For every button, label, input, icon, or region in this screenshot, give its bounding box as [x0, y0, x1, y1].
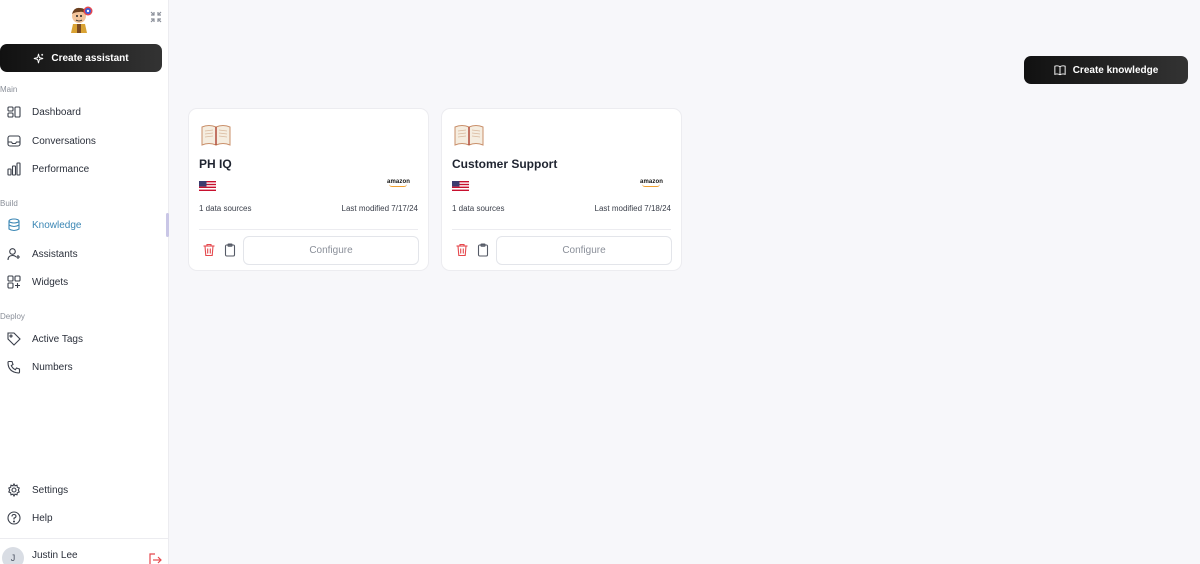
clipboard-icon[interactable]: [476, 243, 490, 257]
sparkle-icon: [34, 53, 44, 63]
sidebar-item-help[interactable]: Help: [0, 506, 164, 530]
sidebar-item-label: Dashboard: [32, 106, 81, 118]
sidebar-item-label: Settings: [32, 484, 69, 496]
knowledge-card[interactable]: PH IQ amazon 1 data sources Last modifie…: [188, 108, 429, 271]
mascot-logo-icon: [71, 6, 93, 33]
avatar: J: [2, 547, 24, 564]
active-indicator: [166, 213, 169, 237]
sidebar: Create assistant Main Dashboard Conversa…: [0, 0, 169, 564]
card-title: Customer Support: [452, 157, 558, 171]
sidebar-item-assistants[interactable]: Assistants: [0, 242, 164, 266]
dashboard-icon: [6, 104, 22, 120]
knowledge-card[interactable]: Customer Support amazon 1 data sources L…: [441, 108, 682, 271]
sidebar-item-label: Conversations: [32, 135, 96, 147]
create-assistant-label: Create assistant: [51, 52, 129, 64]
card-divider: [452, 229, 671, 230]
tag-icon: [6, 331, 22, 347]
help-icon: [6, 510, 22, 526]
create-assistant-button[interactable]: Create assistant: [0, 44, 162, 72]
sidebar-item-label: Help: [32, 512, 53, 524]
gear-icon: [6, 482, 22, 498]
last-modified: Last modified 7/18/24: [594, 204, 672, 213]
create-knowledge-label: Create knowledge: [1072, 64, 1159, 76]
section-label-main: Main: [0, 85, 18, 94]
inbox-icon: [6, 133, 22, 149]
sidebar-item-conversations[interactable]: Conversations: [0, 129, 164, 153]
sidebar-item-label: Widgets: [32, 276, 69, 288]
trash-icon[interactable]: [455, 243, 469, 257]
logout-icon[interactable]: [148, 553, 162, 564]
sidebar-item-label: Active Tags: [32, 333, 83, 345]
widgets-icon: [6, 274, 22, 290]
sidebar-item-widgets[interactable]: Widgets: [0, 270, 164, 294]
sidebar-item-dashboard[interactable]: Dashboard: [0, 100, 164, 124]
user-plus-icon: [6, 246, 22, 262]
database-icon: [6, 217, 22, 233]
phone-icon: [6, 359, 22, 375]
user-profile[interactable]: J Justin Lee: [0, 538, 169, 564]
sidebar-item-label: Assistants: [32, 248, 78, 260]
sidebar-item-knowledge[interactable]: Knowledge: [0, 213, 164, 237]
us-flag-icon: [452, 181, 469, 191]
bar-chart-icon: [6, 161, 22, 177]
amazon-logo-icon: amazon: [640, 179, 663, 187]
us-flag-icon: [199, 181, 216, 191]
card-divider: [199, 229, 418, 230]
trash-icon[interactable]: [202, 243, 216, 257]
collapse-sidebar-icon[interactable]: [150, 11, 162, 23]
sidebar-item-label: Knowledge: [32, 219, 82, 231]
sidebar-item-performance[interactable]: Performance: [0, 157, 164, 181]
sidebar-item-label: Performance: [32, 163, 90, 175]
book-open-icon: [1054, 65, 1066, 76]
section-label-build: Build: [0, 199, 18, 208]
section-label-deploy: Deploy: [0, 312, 25, 321]
data-sources-count: 1 data sources: [199, 204, 252, 213]
user-name: Justin Lee: [32, 550, 78, 561]
data-sources-count: 1 data sources: [452, 204, 505, 213]
card-title: PH IQ: [199, 157, 232, 171]
sidebar-item-active-tags[interactable]: Active Tags: [0, 327, 164, 351]
sidebar-item-settings[interactable]: Settings: [0, 478, 164, 502]
book-icon: [454, 125, 484, 146]
configure-button[interactable]: Configure: [496, 236, 672, 265]
last-modified: Last modified 7/17/24: [341, 204, 419, 213]
book-icon: [201, 125, 231, 146]
sidebar-item-label: Numbers: [32, 361, 73, 373]
configure-button[interactable]: Configure: [243, 236, 419, 265]
create-knowledge-button[interactable]: Create knowledge: [1024, 56, 1188, 84]
clipboard-icon[interactable]: [223, 243, 237, 257]
sidebar-item-numbers[interactable]: Numbers: [0, 355, 164, 379]
amazon-logo-icon: amazon: [387, 179, 410, 187]
